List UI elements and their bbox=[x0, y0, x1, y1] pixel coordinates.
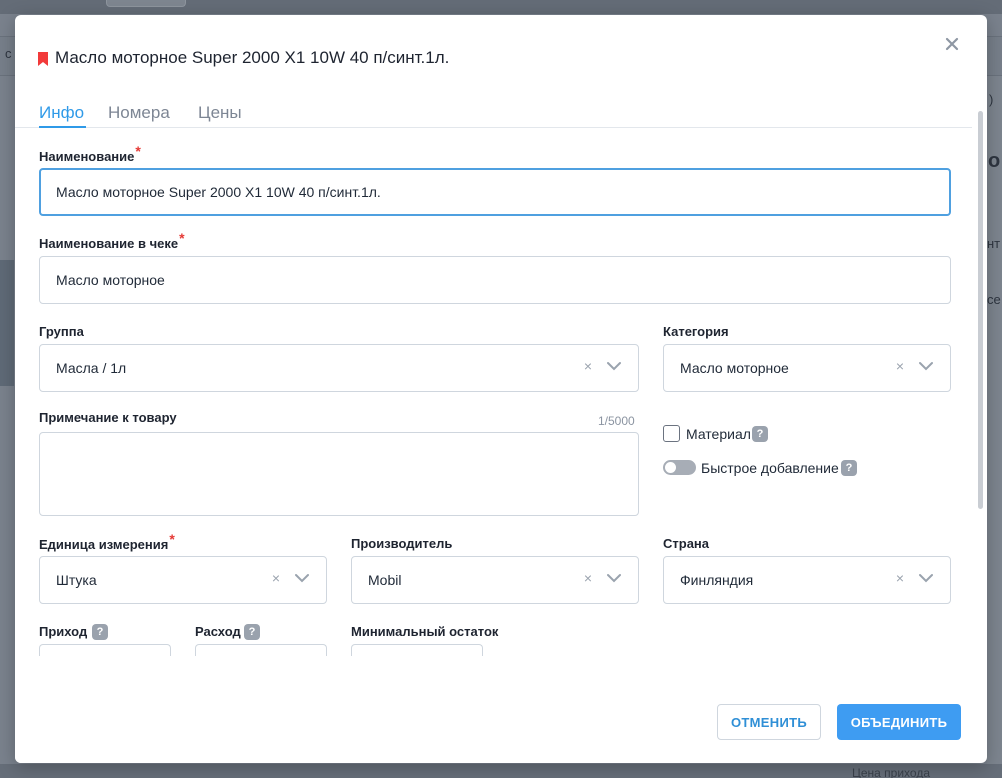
required-marker: * bbox=[169, 531, 175, 547]
modal-footer bbox=[15, 656, 975, 763]
name-input-value: Масло моторное Super 2000 X1 10W 40 п/си… bbox=[56, 184, 381, 200]
chevron-down-icon[interactable] bbox=[919, 361, 933, 371]
note-char-counter: 1/5000 bbox=[598, 414, 635, 428]
receipt-name-input[interactable]: Масло моторное bbox=[39, 256, 951, 304]
income-label: Приход bbox=[39, 624, 88, 639]
manufacturer-label: Производитель bbox=[351, 536, 453, 551]
min-stock-label: Минимальный остаток bbox=[351, 624, 499, 639]
name-label: Наименование* bbox=[39, 143, 141, 164]
note-label: Примечание к товару bbox=[39, 410, 177, 425]
help-icon[interactable]: ? bbox=[752, 426, 768, 442]
active-tab-indicator bbox=[39, 126, 86, 128]
country-select-value: Финляндия bbox=[680, 572, 754, 588]
receipt-name-label-text: Наименование в чеке bbox=[39, 236, 179, 251]
category-select-value: Масло моторное bbox=[680, 360, 789, 376]
material-checkbox[interactable] bbox=[663, 425, 680, 442]
bookmark-icon bbox=[38, 52, 48, 66]
receipt-name-input-value: Масло моторное bbox=[56, 272, 165, 288]
background-bottom: Цена прихода bbox=[0, 764, 1002, 778]
close-icon[interactable] bbox=[943, 35, 961, 53]
chevron-down-icon[interactable] bbox=[295, 573, 309, 583]
tab-bar: Инфо Номера Цены bbox=[15, 101, 972, 128]
chevron-down-icon[interactable] bbox=[919, 573, 933, 583]
required-marker: * bbox=[179, 230, 185, 246]
quick-add-toggle[interactable] bbox=[663, 460, 696, 475]
background-text: Цена прихода bbox=[852, 766, 931, 778]
name-label-text: Наименование bbox=[39, 149, 135, 164]
tab-info[interactable]: Инфо bbox=[39, 103, 84, 123]
group-select-value: Масла / 1л bbox=[56, 360, 127, 376]
cancel-button[interactable]: ОТМЕНИТЬ bbox=[717, 704, 821, 740]
background-text: с bbox=[5, 46, 12, 61]
material-label: Материал bbox=[686, 426, 751, 442]
tab-prices[interactable]: Цены bbox=[198, 103, 242, 123]
group-select[interactable]: Масла / 1л × bbox=[39, 344, 639, 392]
modal-title: Масло моторное Super 2000 X1 10W 40 п/си… bbox=[55, 48, 450, 67]
manufacturer-select-value: Mobil bbox=[368, 572, 402, 588]
toggle-knob bbox=[665, 462, 676, 473]
category-label: Категория bbox=[663, 324, 729, 339]
modal-header: Масло моторное Super 2000 X1 10W 40 п/си… bbox=[15, 15, 987, 85]
manufacturer-select[interactable]: Mobil × bbox=[351, 556, 639, 604]
merge-button[interactable]: ОБЪЕДИНИТЬ bbox=[837, 704, 961, 740]
clear-icon[interactable]: × bbox=[582, 359, 594, 373]
clear-icon[interactable]: × bbox=[582, 571, 594, 585]
clear-icon[interactable]: × bbox=[894, 571, 906, 585]
chevron-down-icon[interactable] bbox=[607, 361, 621, 371]
background-left-panel bbox=[0, 260, 14, 386]
chevron-down-icon[interactable] bbox=[607, 573, 621, 583]
background-text: о bbox=[988, 150, 1001, 172]
merge-product-modal: Масло моторное Super 2000 X1 10W 40 п/си… bbox=[15, 15, 987, 763]
quick-add-label: Быстрое добавление bbox=[701, 460, 839, 476]
help-icon[interactable]: ? bbox=[244, 624, 260, 640]
help-icon[interactable]: ? bbox=[841, 460, 857, 476]
help-icon[interactable]: ? bbox=[92, 624, 108, 640]
note-textarea[interactable] bbox=[39, 432, 639, 516]
required-marker: * bbox=[135, 143, 141, 159]
country-select[interactable]: Финляндия × bbox=[663, 556, 951, 604]
clear-icon[interactable]: × bbox=[270, 571, 282, 585]
expense-label: Расход bbox=[195, 624, 241, 639]
clear-icon[interactable]: × bbox=[894, 359, 906, 373]
background-button bbox=[106, 0, 186, 7]
receipt-name-label: Наименование в чеке* bbox=[39, 230, 185, 251]
background-text: се bbox=[987, 292, 1001, 307]
country-label: Страна bbox=[663, 536, 710, 551]
category-select[interactable]: Масло моторное × bbox=[663, 344, 951, 392]
background-text: ) bbox=[989, 92, 994, 107]
unit-label: Единица измерения* bbox=[39, 531, 175, 552]
background-right-panel: ) о нт се bbox=[987, 76, 1002, 778]
group-label: Группа bbox=[39, 324, 84, 339]
background-text: нт bbox=[987, 236, 1001, 251]
unit-select-value: Штука bbox=[56, 572, 97, 588]
unit-label-text: Единица измерения bbox=[39, 537, 169, 552]
name-input[interactable]: Масло моторное Super 2000 X1 10W 40 п/си… bbox=[39, 168, 951, 216]
unit-select[interactable]: Штука × bbox=[39, 556, 327, 604]
scrollbar[interactable] bbox=[978, 111, 983, 509]
tab-numbers[interactable]: Номера bbox=[108, 103, 170, 123]
